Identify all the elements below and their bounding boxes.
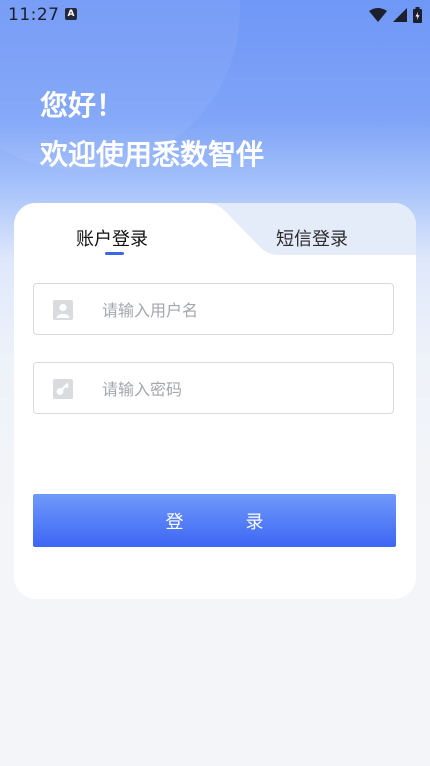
- tab-shape: [14, 203, 416, 255]
- user-icon: [53, 300, 73, 320]
- battery-icon: [413, 7, 422, 23]
- lock-icon: [53, 379, 73, 399]
- login-button[interactable]: 登 录: [33, 494, 396, 547]
- tab-sms-login[interactable]: 短信登录: [276, 225, 348, 251]
- tab-account-login[interactable]: 账户登录: [76, 225, 148, 251]
- password-field: [33, 362, 394, 415]
- password-input[interactable]: [100, 363, 384, 415]
- greeting-hello: 您好！: [40, 89, 125, 122]
- status-icons: [369, 6, 422, 24]
- notification-icon: A: [65, 8, 77, 20]
- username-field: [33, 283, 394, 336]
- wifi-icon: [369, 8, 387, 22]
- login-card: 账户登录 短信登录 登 录: [14, 203, 416, 599]
- username-input[interactable]: [100, 284, 384, 336]
- status-time: 11:27: [8, 5, 60, 25]
- greeting-welcome: 欢迎使用悉数智伴: [40, 138, 265, 171]
- status-bar: 11:27 A: [0, 0, 430, 30]
- login-tab-bar: 账户登录 短信登录: [14, 203, 416, 255]
- active-tab-indicator: [105, 252, 124, 255]
- signal-icon: [393, 8, 407, 22]
